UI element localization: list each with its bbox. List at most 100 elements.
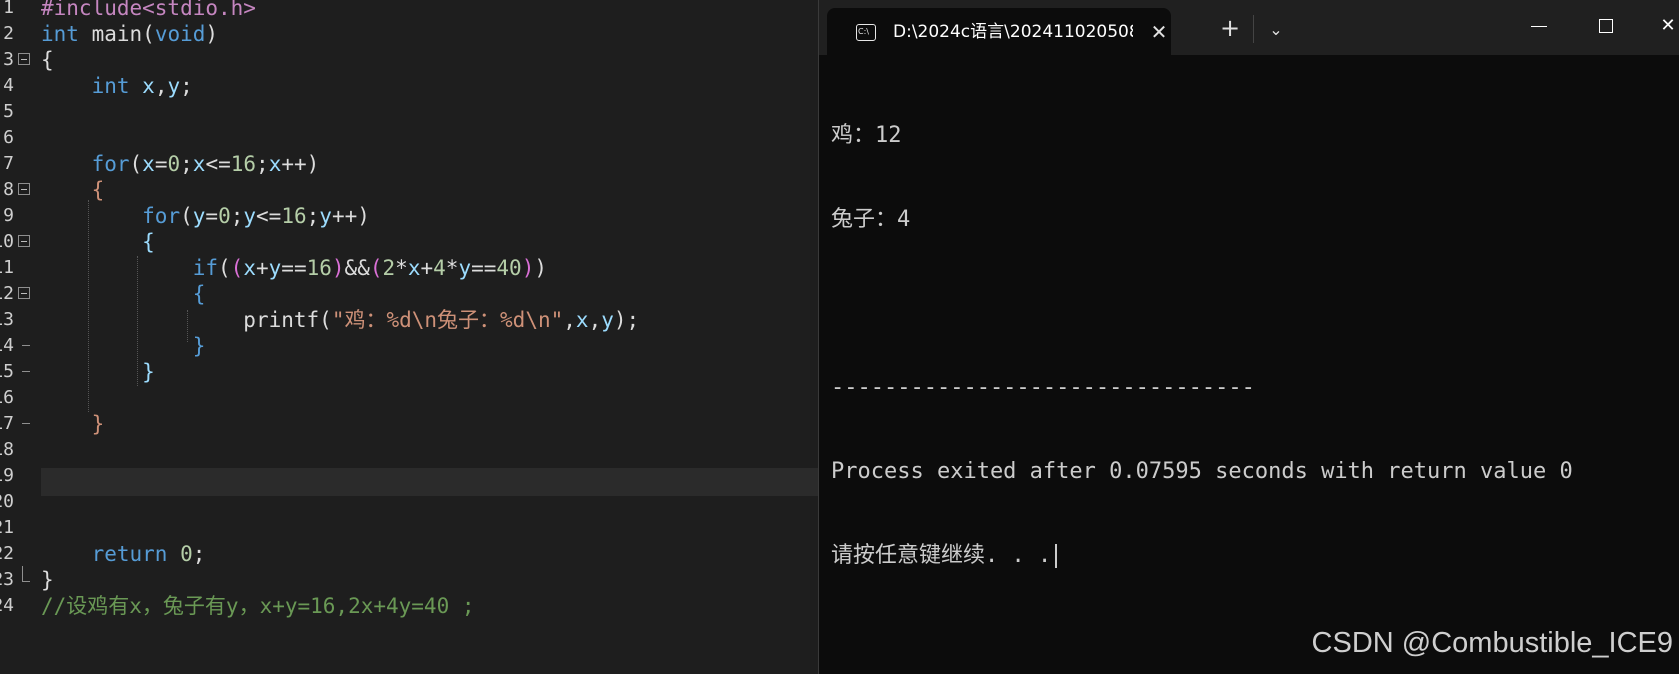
- console-icon: [856, 24, 876, 41]
- code-text: }: [91, 412, 105, 436]
- code-text: for(x=0;x<=16;x++): [91, 152, 320, 176]
- line-number: 19: [0, 465, 14, 486]
- output-line: Process exited after 0.07595 seconds wit…: [831, 459, 1573, 484]
- line-number: 23: [0, 569, 14, 590]
- line-number: 24: [0, 595, 14, 616]
- line-number: 7: [3, 153, 14, 174]
- line-number: 18: [0, 439, 14, 460]
- line-number: 1: [3, 0, 14, 18]
- code-text: {: [192, 282, 206, 306]
- code-line[interactable]: 2 int main(void): [0, 20, 818, 48]
- tab-separator: [1253, 15, 1254, 43]
- code-line[interactable]: 12 {: [0, 280, 818, 308]
- fold-end-marker: [22, 566, 30, 582]
- minimize-icon: [1531, 26, 1547, 27]
- line-number: 4: [3, 75, 14, 96]
- text-cursor: [1055, 544, 1058, 568]
- code-editor[interactable]: 1 #include<stdio.h> 2 int main(void) 3{4 int…: [0, 0, 818, 674]
- fold-collapse-icon[interactable]: [18, 53, 30, 65]
- terminal-tab[interactable]: D:\2024c语言\20241102050813 ✕: [827, 8, 1171, 55]
- line-number: 6: [3, 127, 14, 148]
- code-line[interactable]: 19: [0, 462, 818, 490]
- indent-guide: [137, 256, 138, 386]
- line-number: 15: [0, 361, 14, 382]
- code-line[interactable]: 23}: [0, 566, 818, 594]
- line-number: 13: [0, 309, 14, 330]
- code-line[interactable]: 8 {: [0, 176, 818, 204]
- code-line[interactable]: 16: [0, 384, 818, 412]
- output-line: 鸡：12: [831, 123, 902, 148]
- line-number: 17: [0, 413, 14, 434]
- line-number: 12: [0, 283, 14, 304]
- code-text: #include<stdio.h>: [41, 0, 256, 20]
- code-text: return 0;: [91, 542, 206, 566]
- line-number: 22: [0, 543, 14, 564]
- output-line-prompt: 请按任意键继续. . .: [831, 542, 1669, 570]
- code-line[interactable]: 22 return 0;: [0, 540, 818, 568]
- code-line[interactable]: 13 printf("鸡：%d\n兔子：%d\n",x,y);: [0, 306, 818, 334]
- code-text: int main(void): [41, 22, 219, 46]
- code-line[interactable]: 9 for(y=0;y<=16;y++): [0, 202, 818, 230]
- output-line: --------------------------------: [831, 375, 1255, 400]
- terminal-output[interactable]: 鸡：12 兔子：4 ------------------------------…: [831, 66, 1669, 626]
- line-number: 16: [0, 387, 14, 408]
- code-line[interactable]: 15 }: [0, 358, 818, 386]
- line-number: 9: [3, 205, 14, 226]
- terminal-titlebar: D:\2024c语言\20241102050813 ✕ + ⌄ ✕: [819, 0, 1679, 55]
- maximize-button[interactable]: [1585, 10, 1629, 42]
- line-number: 8: [3, 179, 14, 200]
- tab-title: D:\2024c语言\20241102050813: [893, 22, 1133, 42]
- output-line: 兔子：4: [831, 207, 911, 232]
- line-number: 5: [3, 101, 14, 122]
- code-text: {: [41, 48, 54, 72]
- line-number: 3: [3, 49, 14, 70]
- line-number: 21: [0, 517, 14, 538]
- code-text: for(y=0;y<=16;y++): [142, 204, 370, 228]
- code-text: }: [41, 568, 54, 592]
- maximize-icon: [1599, 19, 1613, 33]
- code-line[interactable]: 21: [0, 514, 818, 542]
- prompt-text: 请按任意键继续. . .: [831, 543, 1052, 568]
- indent-guide: [88, 200, 89, 412]
- code-line[interactable]: 14 }: [0, 332, 818, 360]
- code-text: int x,y;: [91, 74, 193, 98]
- fold-tick-marker: [22, 345, 30, 346]
- code-line[interactable]: 18: [0, 436, 818, 464]
- code-line[interactable]: 20: [0, 488, 818, 516]
- code-line[interactable]: 5: [0, 98, 818, 126]
- line-number: 10: [0, 231, 14, 252]
- watermark: CSDN @Combustible_ICE9: [1311, 627, 1673, 659]
- code-line[interactable]: 1 #include<stdio.h>: [0, 0, 818, 22]
- close-window-button[interactable]: ✕: [1653, 10, 1679, 42]
- code-text: if((x+y==16)&&(2*x+4*y==40)): [192, 256, 547, 280]
- line-number: 14: [0, 335, 14, 356]
- fold-collapse-icon[interactable]: [18, 287, 30, 299]
- fold-tick-marker: [22, 371, 30, 372]
- new-tab-button[interactable]: +: [1217, 15, 1243, 41]
- code-text: {: [91, 178, 105, 202]
- code-text: }: [192, 334, 206, 358]
- code-line[interactable]: 7 for(x=0;x<=16;x++): [0, 150, 818, 178]
- code-line[interactable]: 10 {: [0, 228, 818, 256]
- code-text: printf("鸡：%d\n兔子：%d\n",x,y);: [243, 308, 640, 332]
- fold-tick-marker: [22, 423, 30, 424]
- tab-dropdown-button[interactable]: ⌄: [1263, 17, 1289, 43]
- indent-guide: [187, 310, 188, 342]
- code-line[interactable]: 4 int x,y;: [0, 72, 818, 100]
- code-line[interactable]: 24 //设鸡有x，兔子有y，x+y=16,2x+4y=40 ;: [0, 592, 818, 620]
- code-line[interactable]: 11 if((x+y==16)&&(2*x+4*y==40)): [0, 254, 818, 282]
- code-line[interactable]: 17 }: [0, 410, 818, 438]
- close-tab-icon[interactable]: ✕: [1147, 20, 1171, 44]
- line-number: 2: [3, 23, 14, 44]
- code-line[interactable]: 3{: [0, 46, 818, 74]
- code-text: {: [142, 230, 155, 254]
- terminal-window: D:\2024c语言\20241102050813 ✕ + ⌄ ✕ 鸡：12 兔…: [818, 0, 1679, 674]
- fold-collapse-icon[interactable]: [18, 235, 30, 247]
- minimize-button[interactable]: [1517, 10, 1561, 42]
- fold-collapse-icon[interactable]: [18, 183, 30, 195]
- line-number: 20: [0, 491, 14, 512]
- code-text: //设鸡有x，兔子有y，x+y=16,2x+4y=40 ;: [41, 594, 475, 618]
- code-line[interactable]: 6: [0, 124, 818, 152]
- line-number: 11: [0, 257, 14, 278]
